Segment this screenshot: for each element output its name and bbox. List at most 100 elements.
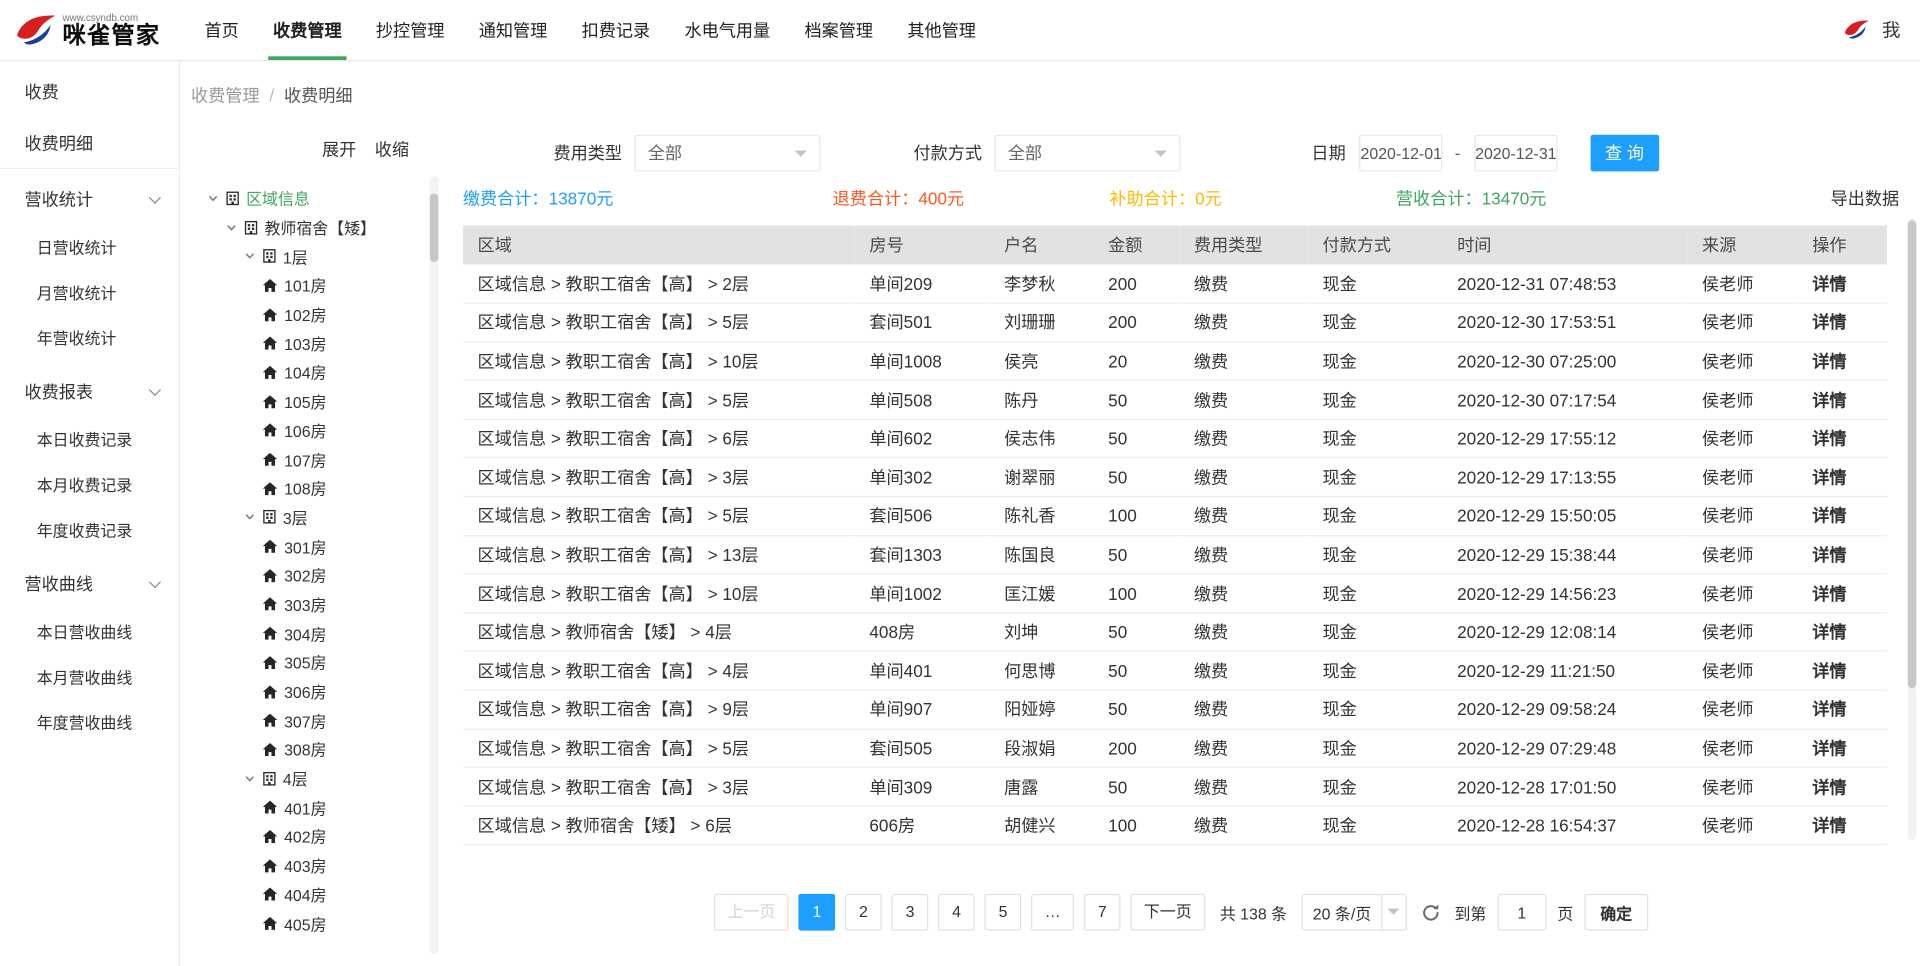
refresh-icon[interactable] <box>1420 902 1441 923</box>
top-nav-item-2[interactable]: 收费管理 <box>256 0 359 60</box>
caret-down-icon[interactable] <box>244 511 256 523</box>
caret-down-icon[interactable] <box>244 250 256 262</box>
sidebar-item[interactable]: 收费 <box>0 66 179 117</box>
caret-down-icon[interactable] <box>207 192 219 204</box>
detail-link[interactable]: 详情 <box>1798 458 1887 497</box>
detail-link[interactable]: 详情 <box>1798 535 1887 574</box>
tree-node[interactable]: 103房 <box>180 329 441 358</box>
breadcrumb-parent[interactable]: 收费管理 <box>191 83 260 107</box>
detail-link[interactable]: 详情 <box>1798 497 1887 536</box>
top-nav-item-6[interactable]: 水电气用量 <box>667 0 787 60</box>
tree-node[interactable]: 401房 <box>180 793 441 822</box>
tree-node[interactable]: 105房 <box>180 387 441 416</box>
pagination-next[interactable]: 下一页 <box>1130 894 1205 931</box>
tree-node[interactable]: 4层 <box>180 764 441 793</box>
detail-link[interactable]: 详情 <box>1798 303 1887 342</box>
sidebar-subitem[interactable]: 月营收统计 <box>0 271 179 316</box>
detail-link[interactable]: 详情 <box>1798 264 1887 303</box>
cell-time: 2020-12-29 14:56:23 <box>1442 574 1687 613</box>
cell-amount: 20 <box>1093 342 1179 381</box>
fee-type-select[interactable]: 全部 <box>634 135 820 172</box>
records-table-wrap: 区域房号户名金额费用类型付款方式时间来源操作 区域信息 > 教职工宿舍【高】 >… <box>463 225 1899 845</box>
detail-link[interactable]: 详情 <box>1798 574 1887 613</box>
export-data-button[interactable]: 导出数据 <box>1831 186 1900 210</box>
tree-node[interactable]: 1层 <box>180 242 441 271</box>
pagination-page-7[interactable]: 7 <box>1084 894 1121 931</box>
pagination-page-4[interactable]: 4 <box>938 894 975 931</box>
tree-node[interactable]: 101房 <box>180 271 441 300</box>
search-button[interactable]: 查 询 <box>1590 135 1659 172</box>
tree-node[interactable]: 305房 <box>180 648 441 677</box>
pagination-page-2[interactable]: 2 <box>845 894 882 931</box>
date-to-input[interactable] <box>1474 135 1557 172</box>
sidebar-group-header[interactable]: 收费报表 <box>0 366 179 417</box>
tree-node-label: 306房 <box>284 680 326 703</box>
tree-node[interactable]: 302房 <box>180 561 441 590</box>
sidebar-subitem[interactable]: 本日收费记录 <box>0 418 179 463</box>
brand[interactable]: www.csyndb.com 咪雀管家 <box>0 9 180 51</box>
refund-total-label: 退费合计： <box>833 189 919 209</box>
detail-link[interactable]: 详情 <box>1798 729 1887 768</box>
top-nav-item-1[interactable]: 首页 <box>187 0 256 60</box>
sidebar-item[interactable]: 收费明细 <box>0 118 179 169</box>
tree-node[interactable]: 教师宿舍【矮】 <box>180 213 441 242</box>
tree-node[interactable]: 108房 <box>180 474 441 503</box>
sidebar-group-header[interactable]: 营收统计 <box>0 174 179 225</box>
sidebar-subitem[interactable]: 本日营收曲线 <box>0 610 179 655</box>
table-scrollbar[interactable] <box>1908 218 1917 840</box>
pay-method-select[interactable]: 全部 <box>994 135 1180 172</box>
tree-node[interactable]: 307房 <box>180 706 441 735</box>
top-nav-item-7[interactable]: 档案管理 <box>787 0 890 60</box>
top-nav-item-5[interactable]: 扣费记录 <box>564 0 667 60</box>
sidebar-subitem[interactable]: 年度营收曲线 <box>0 700 179 745</box>
pagination-page-1[interactable]: 1 <box>799 894 836 931</box>
tree-node[interactable]: 106房 <box>180 416 441 445</box>
top-nav-item-4[interactable]: 通知管理 <box>462 0 565 60</box>
tree-node[interactable]: 107房 <box>180 445 441 474</box>
detail-link[interactable]: 详情 <box>1798 690 1887 729</box>
tree-node[interactable]: 102房 <box>180 300 441 329</box>
detail-link[interactable]: 详情 <box>1798 651 1887 690</box>
detail-link[interactable]: 详情 <box>1798 767 1887 806</box>
tree-expand-button[interactable]: 展开 <box>322 137 356 161</box>
top-nav-item-8[interactable]: 其他管理 <box>890 0 993 60</box>
detail-link[interactable]: 详情 <box>1798 419 1887 458</box>
sidebar-subitem[interactable]: 年营收统计 <box>0 316 179 361</box>
table-scrollbar-thumb[interactable] <box>1908 220 1917 688</box>
pagination-prev[interactable]: 上一页 <box>714 894 789 931</box>
tree-node[interactable]: 306房 <box>180 677 441 706</box>
tree-scrollbar[interactable] <box>430 176 439 954</box>
sidebar-subitem[interactable]: 本月收费记录 <box>0 463 179 508</box>
tree-node[interactable]: 402房 <box>180 822 441 851</box>
detail-link[interactable]: 详情 <box>1798 342 1887 381</box>
pagination-page-5[interactable]: 5 <box>985 894 1022 931</box>
tree-node[interactable]: 301房 <box>180 532 441 561</box>
tree-node[interactable]: 404房 <box>180 880 441 909</box>
pagination-page-3[interactable]: 3 <box>892 894 929 931</box>
tree-collapse-button[interactable]: 收缩 <box>375 137 409 161</box>
tree-node[interactable]: 304房 <box>180 619 441 648</box>
tree-node[interactable]: 303房 <box>180 590 441 619</box>
top-nav-item-3[interactable]: 抄控管理 <box>359 0 462 60</box>
page-size-select[interactable]: 20 条/页 <box>1302 894 1407 931</box>
sidebar-subitem[interactable]: 日营收统计 <box>0 225 179 270</box>
tree-node[interactable]: 104房 <box>180 358 441 387</box>
confirm-button[interactable]: 确定 <box>1584 894 1648 931</box>
date-from-input[interactable] <box>1359 135 1442 172</box>
tree-node[interactable]: 403房 <box>180 851 441 880</box>
detail-link[interactable]: 详情 <box>1798 613 1887 652</box>
sidebar-subitem[interactable]: 本月营收曲线 <box>0 655 179 700</box>
user-menu[interactable]: 我 <box>1842 0 1901 60</box>
sidebar-subitem[interactable]: 年度收费记录 <box>0 508 179 553</box>
detail-link[interactable]: 详情 <box>1798 381 1887 420</box>
caret-down-icon[interactable] <box>225 221 237 233</box>
tree-node[interactable]: 308房 <box>180 735 441 764</box>
goto-page-input[interactable] <box>1497 894 1546 931</box>
tree-node[interactable]: 405房 <box>180 909 441 938</box>
tree-node[interactable]: 区域信息 <box>180 184 441 213</box>
tree-node[interactable]: 3层 <box>180 503 441 532</box>
tree-scrollbar-thumb[interactable] <box>430 193 439 262</box>
caret-down-icon[interactable] <box>244 772 256 784</box>
detail-link[interactable]: 详情 <box>1798 806 1887 845</box>
sidebar-group-header[interactable]: 营收曲线 <box>0 558 179 609</box>
